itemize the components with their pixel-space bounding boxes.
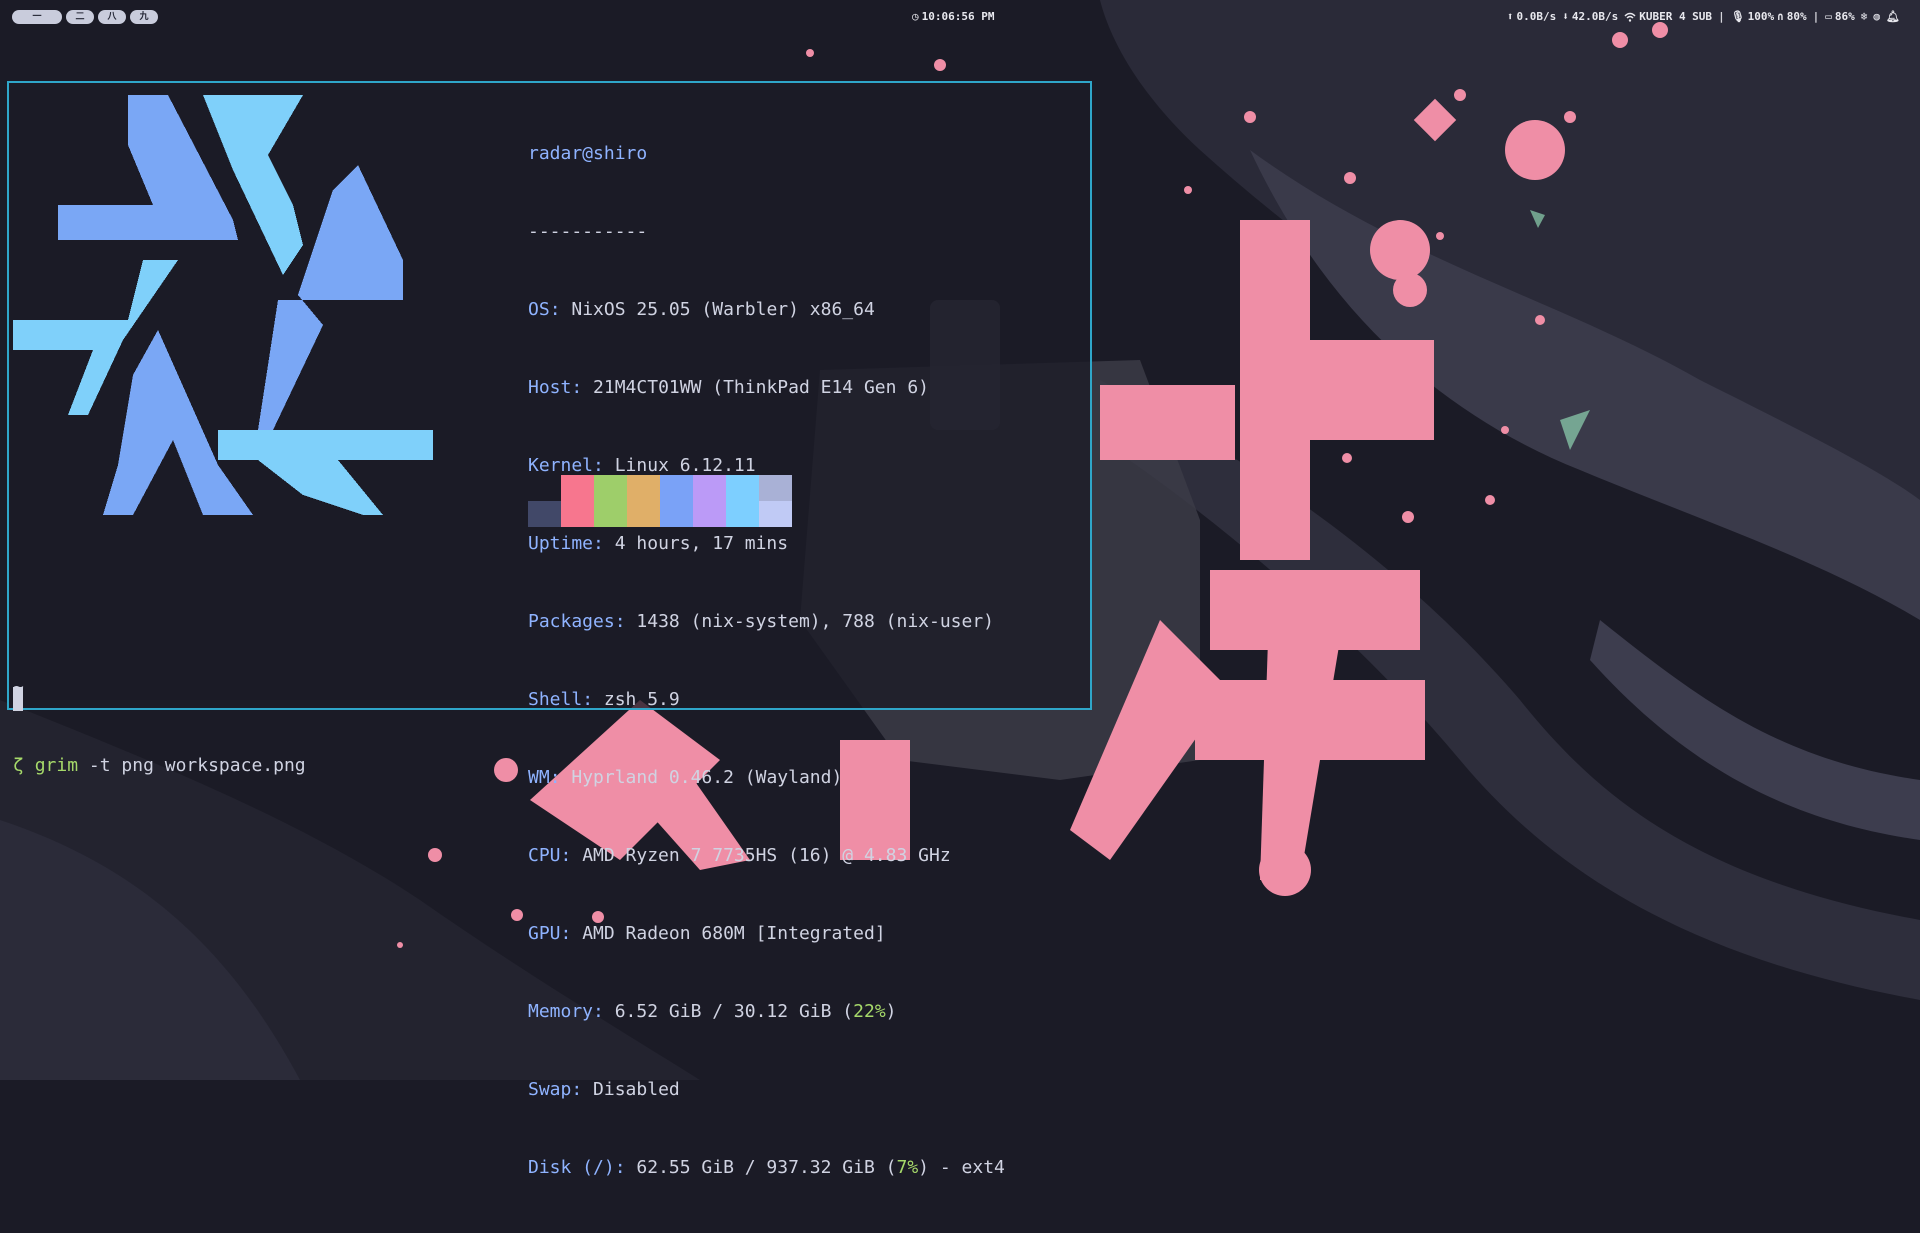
palette-swatch — [693, 475, 726, 501]
info-row-host: Host: 21M4CT01WW (ThinkPad E14 Gen 6) — [528, 377, 929, 398]
workspace-1[interactable]: 一 — [12, 10, 62, 24]
info-row-os: OS: NixOS 25.05 (Warbler) x86_64 — [528, 299, 875, 320]
upload-speed[interactable]: ⬆ 0.0B/s — [1507, 10, 1556, 23]
palette-swatch — [627, 475, 660, 501]
user-host: radar@shiro — [528, 143, 648, 164]
info-row-swap: Swap: Disabled — [528, 1079, 680, 1100]
info-row-uptime: Uptime: 4 hours, 17 mins — [528, 533, 789, 554]
wifi-status[interactable]: KUBER 4 SUB — [1624, 10, 1712, 23]
palette-swatch — [528, 475, 561, 501]
system-info: radar@shiro ----------- OS: NixOS 25.05 … — [528, 89, 1005, 1233]
nix-icon[interactable]: ❄ — [1861, 11, 1868, 22]
nixos-logo-icon — [13, 95, 433, 515]
prompt-arrow: ζ — [13, 755, 24, 776]
download-icon: ⬇ — [1562, 10, 1569, 23]
palette-swatch — [594, 501, 627, 527]
headphones-icon: ∩ — [1777, 10, 1784, 23]
clock-icon: ◷ — [912, 10, 919, 23]
info-row-disk: Disk (/): 62.55 GiB / 937.32 GiB (7%) - … — [528, 1157, 1005, 1178]
text-cursor[interactable] — [13, 687, 23, 711]
palette-swatch — [660, 501, 693, 527]
battery-icon: ▭ — [1825, 10, 1832, 23]
shell-prompt: ~ ζ grim -t png workspace.png — [13, 623, 306, 831]
info-row-shell: Shell: zsh 5.9 — [528, 689, 680, 710]
info-row-memory: Memory: 6.52 GiB / 30.12 GiB (22%) — [528, 1001, 897, 1022]
wifi-icon — [1624, 12, 1636, 22]
info-row-packages: Packages: 1438 (nix-system), 788 (nix-us… — [528, 611, 995, 632]
top-bar: 一 二 八 九 ◷ 10:06:56 PM ⬆ 0.0B/s ⬇ 42.0B/s… — [0, 0, 1920, 36]
palette-swatch — [759, 475, 792, 501]
workspace-switcher: 一 二 八 九 — [12, 10, 158, 24]
clock-time: 10:06:56 PM — [921, 10, 995, 23]
status-area: ⬆ 0.0B/s ⬇ 42.0B/s KUBER 4 SUB | 🎙 100% … — [1507, 10, 1900, 23]
info-row-wm: WM: Hyprland 0.46.2 (Wayland) — [528, 767, 843, 788]
color-palette — [528, 475, 792, 527]
info-row-gpu: GPU: AMD Radeon 680M [Integrated] — [528, 923, 886, 944]
microphone-icon: 🎙 — [1730, 10, 1745, 23]
palette-swatch — [693, 501, 726, 527]
terminal-window[interactable]: radar@shiro ----------- OS: NixOS 25.05 … — [7, 81, 1092, 1178]
workspace-8[interactable]: 八 — [98, 10, 126, 24]
palette-swatch — [594, 475, 627, 501]
prompt-args: -t png workspace.png — [78, 755, 306, 776]
separator: | — [1812, 10, 1820, 23]
palette-swatch — [627, 501, 660, 527]
palette-swatch — [528, 501, 561, 527]
prompt-command: grim — [34, 755, 79, 776]
bell-icon[interactable]: 🔔︎ — [1886, 11, 1900, 22]
upload-icon: ⬆ — [1506, 10, 1514, 23]
palette-swatch — [561, 501, 594, 527]
battery-status[interactable]: ▭ 86% — [1825, 10, 1855, 23]
separator: | — [1718, 10, 1725, 23]
download-speed[interactable]: ⬇ 42.0B/s — [1562, 10, 1618, 23]
info-row-cpu: CPU: AMD Ryzen 7 7735HS (16) @ 4.83 GHz — [528, 845, 951, 866]
palette-swatch — [726, 475, 759, 501]
audio-status[interactable]: 🎙 100% ∩ 80% — [1731, 10, 1807, 23]
steam-icon[interactable]: ◍ — [1873, 11, 1880, 22]
palette-swatch — [759, 501, 792, 527]
clock[interactable]: ◷ 10:06:56 PM — [912, 10, 994, 23]
info-separator: ----------- — [528, 221, 648, 242]
palette-swatch — [660, 475, 693, 501]
palette-swatch — [726, 501, 759, 527]
workspace-9[interactable]: 九 — [130, 10, 158, 24]
workspace-2[interactable]: 二 — [66, 10, 94, 24]
palette-swatch — [561, 475, 594, 501]
